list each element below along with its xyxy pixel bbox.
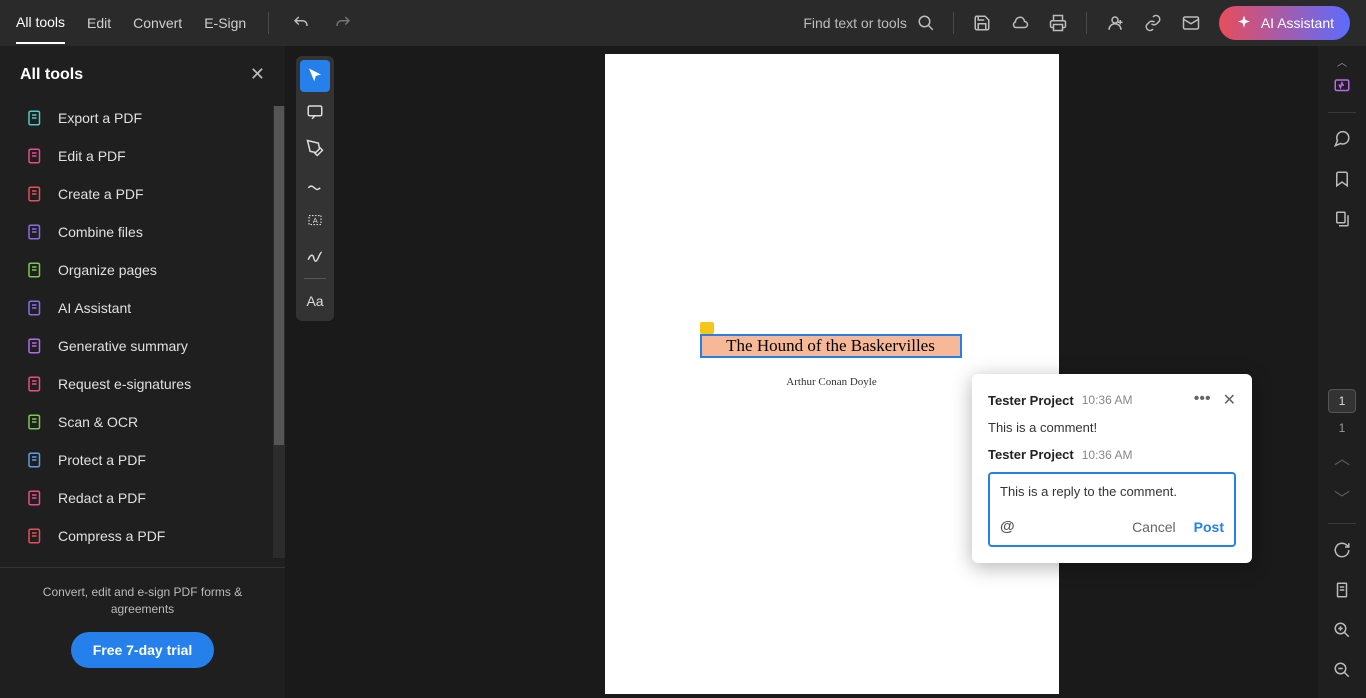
tool-item-edit-a-pdf[interactable]: Edit a PDF — [20, 137, 275, 175]
draw-tool[interactable] — [300, 168, 330, 200]
tool-icon — [26, 261, 44, 279]
menu-esign[interactable]: E-Sign — [204, 3, 246, 43]
reply-input[interactable]: This is a reply to the comment. @ Cancel… — [988, 472, 1236, 547]
menu-convert[interactable]: Convert — [133, 3, 182, 43]
page-total: 1 — [1339, 421, 1346, 435]
tool-item-ai-assistant[interactable]: AI Assistant — [20, 289, 275, 327]
share-icon[interactable] — [1105, 13, 1125, 33]
tool-icon — [26, 185, 44, 203]
reply-time: 10:36 AM — [1082, 448, 1133, 462]
sidebar-scrollbar[interactable] — [273, 106, 285, 558]
thumbnails-panel-icon[interactable] — [1324, 201, 1360, 237]
tool-item-create-a-pdf[interactable]: Create a PDF — [20, 175, 275, 213]
annotation-toolbar: A Aa — [296, 56, 334, 321]
highlight-tool[interactable] — [300, 132, 330, 164]
tool-item-compress-a-pdf[interactable]: Compress a PDF — [20, 517, 275, 555]
sign-tool[interactable] — [300, 240, 330, 272]
page-display-icon[interactable] — [1324, 572, 1360, 608]
zoom-in-icon[interactable] — [1324, 612, 1360, 648]
cancel-button[interactable]: Cancel — [1132, 519, 1176, 535]
ai-panel-icon[interactable] — [1324, 68, 1360, 104]
print-icon[interactable] — [1048, 13, 1068, 33]
link-icon[interactable] — [1143, 13, 1163, 33]
comment-more-icon[interactable]: ••• — [1194, 390, 1211, 410]
comment-body: This is a comment! — [988, 420, 1236, 435]
tool-item-combine-files[interactable]: Combine files — [20, 213, 275, 251]
tool-icon — [26, 527, 44, 545]
page-up-icon[interactable]: ︿ — [1324, 439, 1360, 475]
annotation-marker-icon[interactable] — [700, 322, 714, 334]
top-menu-bar: All tools Edit Convert E-Sign Find text … — [0, 0, 1366, 46]
text-tool[interactable]: Aa — [300, 285, 330, 317]
tool-icon — [26, 299, 44, 317]
sparkle-icon — [1235, 14, 1253, 32]
ai-assistant-button[interactable]: AI Assistant — [1219, 6, 1350, 40]
menu-edit[interactable]: Edit — [87, 3, 111, 43]
search-tools[interactable]: Find text or tools — [803, 14, 935, 32]
highlighted-title[interactable]: The Hound of the Baskervilles — [700, 334, 962, 358]
comment-popup: Tester Project 10:36 AM ••• ✕ This is a … — [972, 374, 1252, 563]
select-tool[interactable] — [300, 60, 330, 92]
tool-label: Export a PDF — [58, 110, 142, 126]
close-sidebar-icon[interactable]: ✕ — [250, 64, 265, 85]
free-trial-button[interactable]: Free 7-day trial — [71, 632, 215, 668]
email-icon[interactable] — [1181, 13, 1201, 33]
comment-author: Tester Project — [988, 393, 1074, 408]
tool-label: Edit a PDF — [58, 148, 126, 164]
tool-label: Compress a PDF — [58, 528, 165, 544]
page-current-input[interactable]: 1 — [1328, 389, 1356, 413]
tool-icon — [26, 413, 44, 431]
post-button[interactable]: Post — [1194, 519, 1224, 535]
tool-label: Organize pages — [58, 262, 157, 278]
tool-item-redact-a-pdf[interactable]: Redact a PDF — [20, 479, 275, 517]
tool-label: Scan & OCR — [58, 414, 138, 430]
tool-label: AI Assistant — [58, 300, 131, 316]
search-icon — [917, 14, 935, 32]
tool-item-request-e-signatures[interactable]: Request e-signatures — [20, 365, 275, 403]
tool-label: Combine files — [58, 224, 143, 240]
tool-label: Create a PDF — [58, 186, 144, 202]
comment-tool[interactable] — [300, 96, 330, 128]
tool-icon — [26, 337, 44, 355]
tool-item-scan-ocr[interactable]: Scan & OCR — [20, 403, 275, 441]
tool-label: Protect a PDF — [58, 452, 146, 468]
menu-all-tools[interactable]: All tools — [16, 2, 65, 44]
bookmarks-panel-icon[interactable] — [1324, 161, 1360, 197]
cloud-icon[interactable] — [1010, 13, 1030, 33]
rotate-icon[interactable] — [1324, 532, 1360, 568]
tool-label: Redact a PDF — [58, 490, 146, 506]
tool-label: Request e-signatures — [58, 376, 191, 392]
zoom-out-icon[interactable] — [1324, 652, 1360, 688]
sidebar-footer-text: Convert, edit and e-sign PDF forms & agr… — [20, 584, 265, 618]
svg-text:A: A — [313, 216, 318, 225]
comment-time: 10:36 AM — [1082, 393, 1133, 407]
reply-text-content[interactable]: This is a reply to the comment. — [1000, 484, 1224, 504]
tool-icon — [26, 451, 44, 469]
save-icon[interactable] — [972, 13, 992, 33]
all-tools-sidebar: All tools ✕ Export a PDF Edit a PDF Create… — [0, 46, 285, 698]
text-select-tool[interactable]: A — [300, 204, 330, 236]
tool-icon — [26, 375, 44, 393]
sidebar-title: All tools — [20, 66, 83, 84]
page-down-icon[interactable]: ﹀ — [1324, 479, 1360, 515]
comment-close-icon[interactable]: ✕ — [1223, 390, 1236, 410]
tool-label: Generative summary — [58, 338, 188, 354]
tool-icon — [26, 147, 44, 165]
tool-item-generative-summary[interactable]: Generative summary — [20, 327, 275, 365]
redo-icon[interactable] — [333, 13, 353, 33]
reply-author: Tester Project — [988, 447, 1074, 462]
undo-icon[interactable] — [291, 13, 311, 33]
right-rail: ︿ 1 1 ︿ ﹀ — [1318, 46, 1366, 698]
tool-item-organize-pages[interactable]: Organize pages — [20, 251, 275, 289]
tool-icon — [26, 109, 44, 127]
document-viewport[interactable]: The Hound of the Baskervilles Arthur Con… — [345, 46, 1318, 698]
mention-icon[interactable]: @ — [1000, 518, 1015, 535]
tool-item-export-a-pdf[interactable]: Export a PDF — [20, 99, 275, 137]
comments-panel-icon[interactable] — [1324, 121, 1360, 157]
tool-icon — [26, 489, 44, 507]
tool-item-protect-a-pdf[interactable]: Protect a PDF — [20, 441, 275, 479]
tool-icon — [26, 223, 44, 241]
collapse-rail-icon[interactable]: ︿ — [1333, 54, 1351, 64]
